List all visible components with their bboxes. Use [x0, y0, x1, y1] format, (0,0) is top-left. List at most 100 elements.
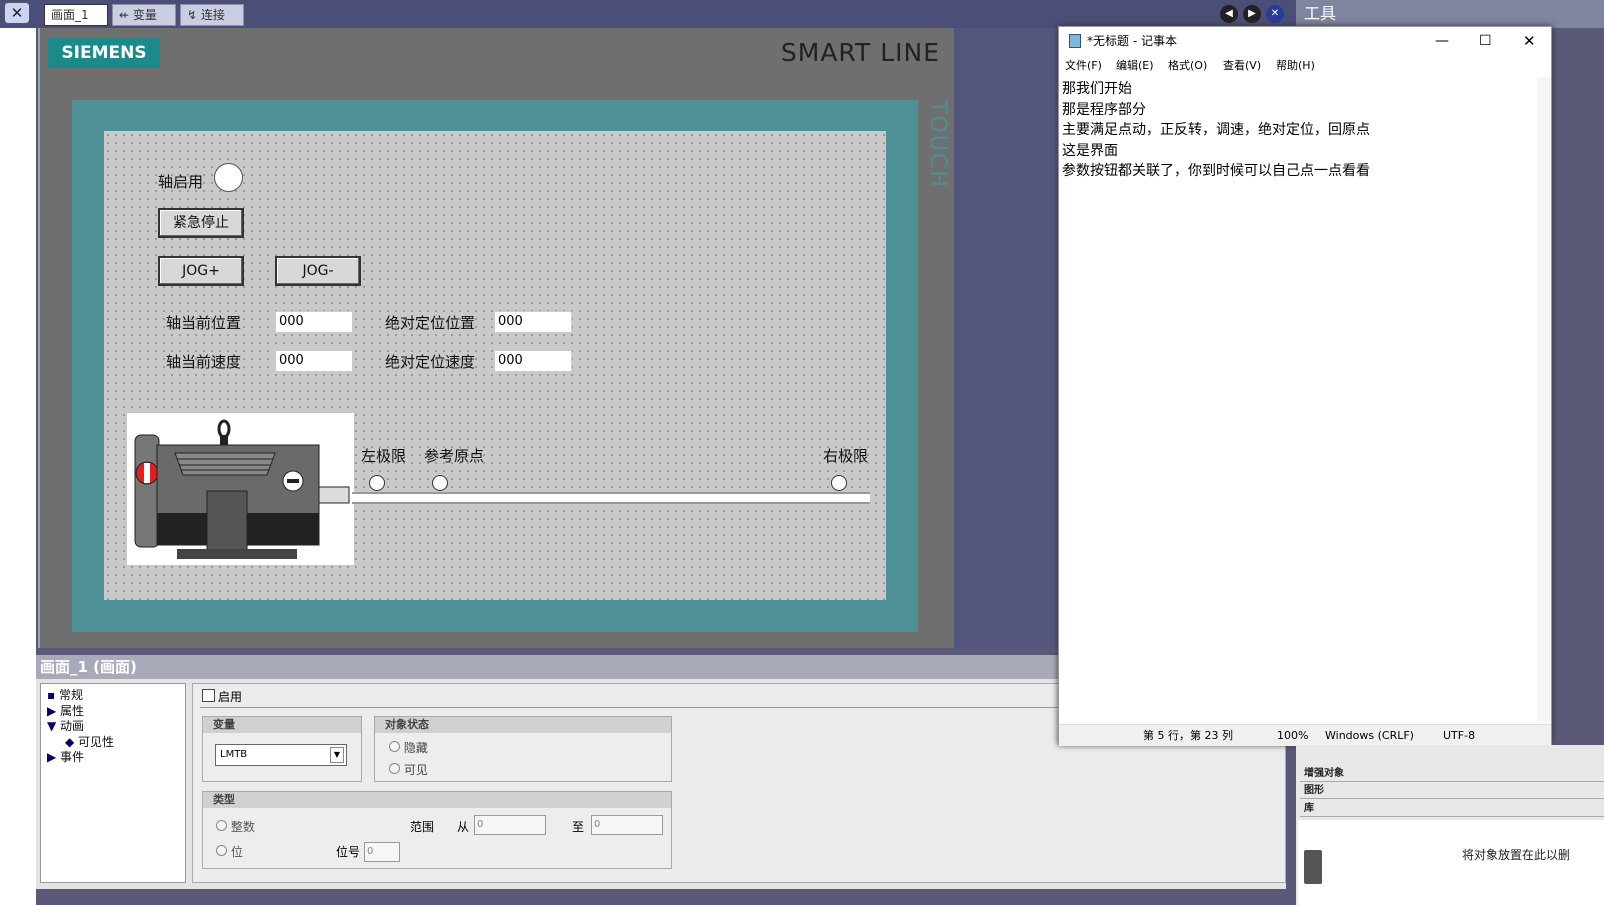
- text-line: 这是界面: [1062, 142, 1118, 159]
- properties-header: 画面_1 (画面): [36, 655, 1058, 679]
- panel-model-label: SMART LINE: [780, 38, 940, 67]
- tools-header: 工具: [1296, 0, 1604, 28]
- vertical-scrollbar[interactable]: [1537, 77, 1551, 722]
- radio-icon: [216, 820, 227, 831]
- left-limit-indicator: [369, 475, 385, 491]
- connection-icon: ↯: [187, 8, 201, 22]
- emergency-stop-button[interactable]: 紧急停止: [158, 208, 244, 238]
- right-limit-indicator: [831, 475, 847, 491]
- current-speed-label: 轴当前速度: [166, 353, 242, 371]
- bullet-icon: ▪: [47, 688, 59, 702]
- text-line: 那是程序部分: [1062, 101, 1146, 118]
- diamond-icon: ◆: [65, 735, 79, 749]
- tree-animation-label: 动画: [60, 719, 85, 733]
- from-value: 0: [477, 819, 484, 830]
- absolute-position-label: 绝对定位位置: [385, 314, 476, 332]
- tree-general-label: 常规: [58, 688, 83, 702]
- linear-axis-rail: [352, 492, 870, 504]
- tools-row-enhanced[interactable]: 增强对象: [1300, 766, 1604, 782]
- absolute-speed-field[interactable]: 000: [494, 350, 572, 372]
- tree-visibility-label: 可见性: [78, 735, 115, 749]
- motor-icon: [134, 419, 350, 559]
- drop-hint: 将对象放置在此以删: [1462, 848, 1571, 862]
- tab-connections[interactable]: ↯ 连接: [180, 4, 244, 26]
- menu-format[interactable]: 格式(O): [1168, 55, 1207, 77]
- tree-item-animation[interactable]: ▼ 动画: [47, 717, 84, 734]
- to-value: 0: [594, 819, 601, 830]
- jog-minus-button[interactable]: JOG-: [275, 256, 361, 286]
- radio-icon: [389, 741, 400, 752]
- trash-icon: [1304, 850, 1322, 884]
- variable-select[interactable]: LMTB ▼: [215, 744, 347, 766]
- enable-checkbox[interactable]: [202, 689, 215, 702]
- maximize-icon[interactable]: ☐: [1479, 27, 1492, 55]
- close-icon[interactable]: ✕: [1523, 27, 1536, 55]
- text-line: 那我们开始: [1062, 81, 1132, 97]
- cursor-position: 第 5 行，第 23 列: [1143, 729, 1233, 742]
- current-position-field[interactable]: 000: [275, 311, 353, 333]
- expand-arrow-icon: ▶: [47, 704, 61, 718]
- siemens-logo: SIEMENS: [48, 38, 160, 68]
- next-arrow-icon[interactable]: ▶: [1243, 5, 1261, 23]
- notepad-window[interactable]: *无标题 - 记事本 — ☐ ✕ 文件(F) 编辑(E) 格式(O) 查看(V)…: [1058, 26, 1552, 746]
- left-limit-label: 左极限: [361, 447, 407, 465]
- jog-plus-button[interactable]: JOG+: [158, 256, 244, 286]
- menu-edit[interactable]: 编辑(E): [1116, 55, 1154, 77]
- object-state-title: 对象状态: [375, 717, 671, 733]
- current-speed-field[interactable]: 000: [275, 350, 353, 372]
- to-label: 至: [572, 820, 585, 834]
- menu-view[interactable]: 查看(V): [1223, 55, 1261, 77]
- state-hidden-radio[interactable]: 隐藏: [389, 739, 428, 756]
- menu-help[interactable]: 帮助(H): [1276, 55, 1315, 77]
- state-hidden-label: 隐藏: [403, 741, 428, 755]
- line-ending: Windows (CRLF): [1325, 729, 1414, 742]
- text-line: 参数按钮都关联了，你到时候可以自己点一点看看: [1062, 163, 1370, 179]
- close-editor-icon[interactable]: ✕: [4, 2, 30, 24]
- tools-row-graphics[interactable]: 图形: [1300, 783, 1604, 799]
- left-strip: [0, 28, 36, 905]
- bit-number-value: 0: [367, 846, 374, 857]
- tools-row-library[interactable]: 库: [1300, 801, 1604, 817]
- from-spinner[interactable]: 0: [474, 815, 546, 835]
- notepad-statusbar: 第 5 行，第 23 列 100% Windows (CRLF) UTF-8: [1059, 724, 1551, 746]
- bit-number-label: 位号: [336, 845, 361, 859]
- text-line: 主要满足点动，正反转，调速，绝对定位，回原点: [1062, 122, 1370, 138]
- absolute-position-field[interactable]: 000: [494, 311, 572, 333]
- current-position-label: 轴当前位置: [166, 314, 242, 332]
- state-visible-radio[interactable]: 可见: [389, 761, 428, 778]
- notepad-text-area[interactable]: 那我们开始 那是程序部分 主要满足点动，正反转，调速，绝对定位，回原点 这是界面…: [1062, 79, 1538, 679]
- tab-screen-1-label: 画面_1: [51, 8, 89, 22]
- type-integer-label: 整数: [230, 820, 255, 834]
- minimize-icon[interactable]: —: [1435, 27, 1449, 55]
- bit-number-spinner[interactable]: 0: [364, 842, 400, 862]
- zoom-level: 100%: [1277, 729, 1309, 742]
- tab-screen-1[interactable]: 画面_1: [44, 4, 108, 26]
- tree-item-events[interactable]: ▶ 事件: [47, 748, 84, 765]
- notepad-titlebar: *无标题 - 记事本 — ☐ ✕: [1059, 27, 1551, 55]
- axis-enable-lamp[interactable]: [214, 163, 243, 192]
- notepad-icon: [1069, 34, 1081, 48]
- range-label: 范围: [410, 820, 435, 834]
- prev-arrow-icon[interactable]: ◀: [1220, 5, 1238, 23]
- property-tree: ▪ 常规 ▶ 属性 ▼ 动画 ◆ 可见性 ▶ 事件: [40, 683, 186, 883]
- tree-item-general[interactable]: ▪ 常规: [47, 686, 83, 703]
- menu-file[interactable]: 文件(F): [1065, 55, 1102, 77]
- to-spinner[interactable]: 0: [591, 815, 663, 835]
- motor-graphic: [127, 413, 354, 565]
- enable-label: 启用: [218, 690, 243, 704]
- type-bit-radio[interactable]: 位: [216, 843, 243, 860]
- type-integer-radio[interactable]: 整数: [216, 818, 255, 835]
- tab-connections-label: 连接: [200, 8, 225, 22]
- radio-icon: [389, 763, 400, 774]
- touch-label: TOUCH: [925, 100, 950, 189]
- close-tab-icon[interactable]: ✕: [1266, 5, 1284, 23]
- axis-enable-label: 轴启用: [158, 173, 204, 191]
- tree-properties-label: 属性: [60, 704, 85, 718]
- tab-variables[interactable]: ⇷ 变量: [112, 4, 176, 26]
- home-label: 参考原点: [424, 447, 485, 465]
- tab-variables-label: 变量: [132, 8, 157, 22]
- notepad-title: *无标题 - 记事本: [1087, 34, 1177, 48]
- variable-group-title: 变量: [203, 717, 361, 733]
- tag-icon: ⇷: [119, 8, 133, 22]
- chevron-down-icon[interactable]: ▼: [330, 747, 344, 763]
